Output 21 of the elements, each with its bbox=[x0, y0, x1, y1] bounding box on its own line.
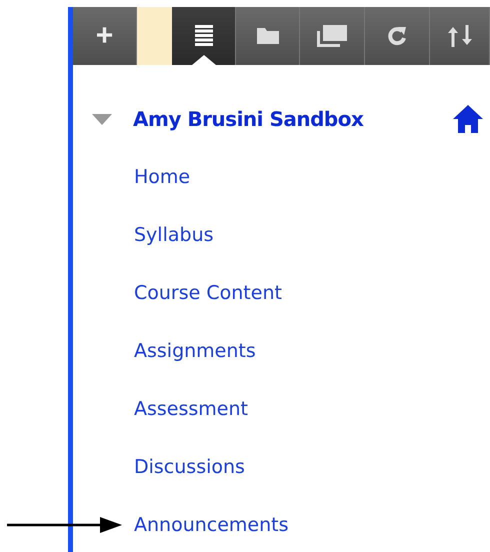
home-icon[interactable] bbox=[453, 105, 483, 133]
menu-link[interactable]: Course Content bbox=[134, 282, 282, 304]
refresh-icon bbox=[387, 25, 407, 47]
add-button[interactable]: + bbox=[73, 7, 137, 65]
menu-link[interactable]: Syllabus bbox=[134, 224, 214, 246]
windows-icon bbox=[317, 25, 347, 47]
windows-button[interactable] bbox=[300, 7, 365, 65]
menu-link[interactable]: Discussions bbox=[134, 456, 245, 478]
sort-icon bbox=[446, 25, 472, 47]
menu-link[interactable]: Announcements bbox=[134, 514, 289, 536]
sort-button[interactable] bbox=[430, 7, 490, 65]
menu-link[interactable]: Assessment bbox=[134, 398, 248, 420]
list-button[interactable] bbox=[172, 7, 236, 65]
menu-link[interactable]: Home bbox=[134, 166, 190, 188]
list-icon bbox=[194, 25, 212, 47]
collapse-triangle-icon[interactable] bbox=[92, 114, 112, 124]
folder-icon bbox=[256, 28, 278, 44]
refresh-button[interactable] bbox=[365, 7, 430, 65]
course-title-link[interactable]: Amy Brusini Sandbox bbox=[133, 107, 364, 131]
menu-link[interactable]: Assignments bbox=[134, 340, 256, 362]
folder-button[interactable] bbox=[236, 7, 300, 65]
